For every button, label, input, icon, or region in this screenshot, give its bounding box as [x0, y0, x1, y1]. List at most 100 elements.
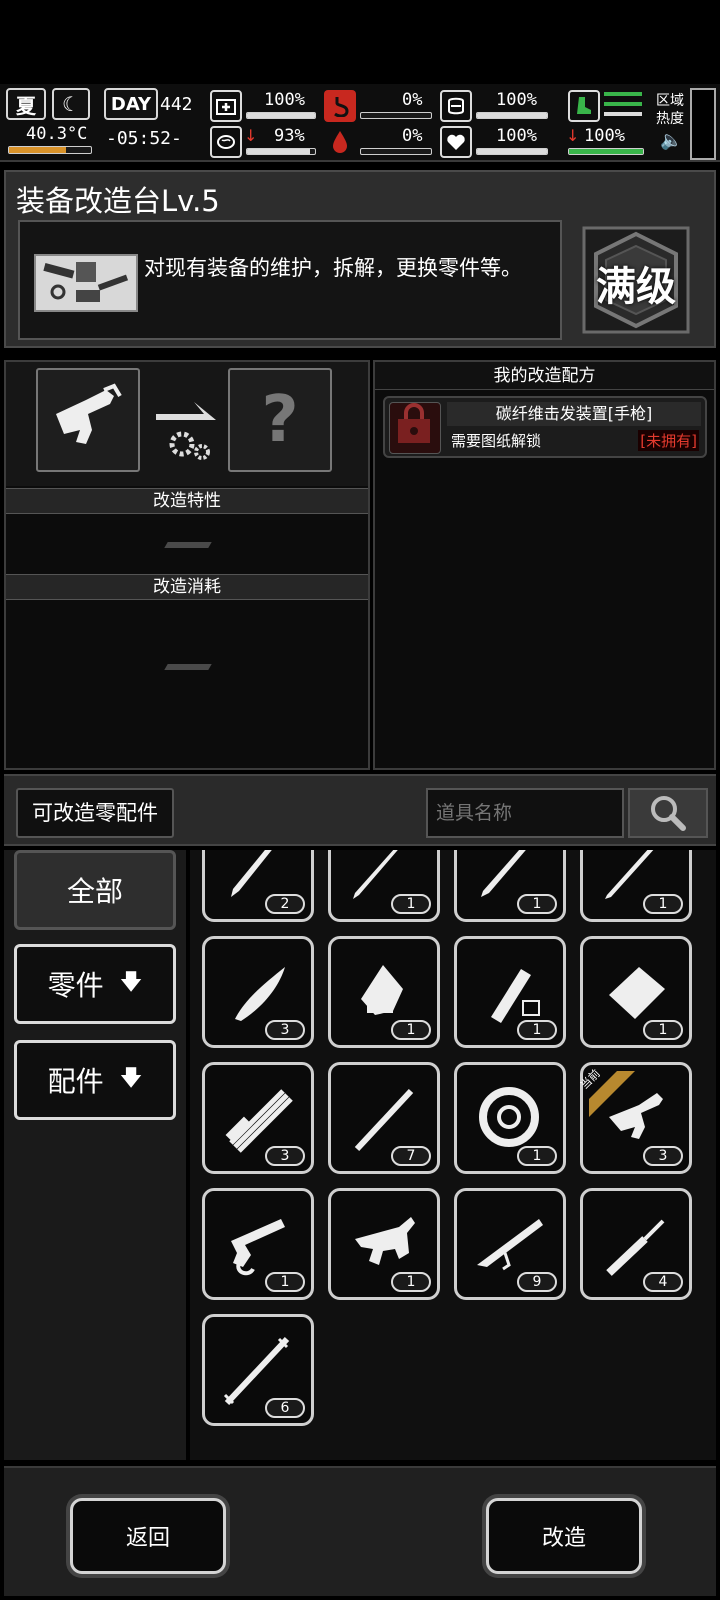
grid-item-trigger-group[interactable]: 1 [328, 1188, 440, 1300]
grid-item-blade-2[interactable]: 1 [328, 850, 440, 922]
grid-item-pistol-frame[interactable]: 1 [202, 1188, 314, 1300]
max-level-text: 满级 [596, 264, 676, 310]
grid-item-silencer[interactable]: 4 [580, 1188, 692, 1300]
health-value: 100% [264, 90, 305, 110]
medkit-icon [210, 90, 242, 122]
traits-empty-dash [164, 542, 212, 548]
item-count: 1 [643, 1020, 683, 1040]
workbench-header: 装备改造台Lv.5 对现有装备的维护，拆解，更换零件等。 满级 [4, 170, 716, 348]
recipe-icon [389, 402, 441, 454]
recipes-panel: 我的改造配方 碳纤维击发装置[手枪] 需要图纸解锁 [未拥有] [373, 360, 716, 770]
traits-header: 改造特性 [6, 488, 368, 514]
grid-item-plate[interactable]: 1 [580, 936, 692, 1048]
armor-bar [476, 112, 548, 119]
workbench-description: 对现有装备的维护，拆解，更换零件等。 [144, 256, 522, 280]
item-count: 1 [517, 894, 557, 914]
description-box: 对现有装备的维护，拆解，更换零件等。 [18, 220, 562, 340]
category-parts-label: 零件 [47, 969, 104, 1002]
item-count: 3 [643, 1146, 683, 1166]
item-count: 1 [643, 894, 683, 914]
item-count: 6 [265, 1398, 305, 1418]
workbench-thumbnail [34, 254, 138, 312]
speaker-icon[interactable]: 🔈 [660, 130, 682, 151]
category-accessories-label: 配件 [47, 1065, 104, 1098]
category-sidebar: 全部 零件 🡇 配件 🡇 [4, 850, 186, 1460]
filter-bar: 可改造零配件 [4, 774, 716, 846]
armor-value: 100% [496, 90, 537, 110]
arrow-down-icon: 🡇 [119, 970, 143, 995]
unknown-result-icon: ? [261, 383, 299, 457]
thirst-bar [360, 148, 432, 155]
recipe-requirement: 需要图纸解锁 [451, 432, 542, 450]
category-parts[interactable]: 零件 🡇 [14, 944, 176, 1024]
cost-header: 改造消耗 [6, 574, 368, 600]
day-counter: 442 [160, 94, 193, 115]
heart-icon [440, 126, 472, 158]
current-badge: 当前 [577, 1059, 635, 1117]
item-count: 2 [265, 894, 305, 914]
category-all-label: 全部 [66, 875, 123, 908]
item-count: 9 [517, 1272, 557, 1292]
mood-bar [476, 148, 548, 155]
search-icon [651, 796, 686, 831]
result-part-slot: ? [228, 368, 332, 472]
grid-item-drum[interactable]: 1 [454, 1062, 566, 1174]
zone-heat-label: 区域 热度 [656, 93, 684, 127]
convert-arrow-icon [152, 396, 222, 470]
health-bar [246, 112, 316, 119]
stress-value: 93% [274, 126, 305, 146]
water-drop-icon [324, 126, 356, 158]
recipe-status: [未拥有] [638, 430, 699, 451]
footer-bar: 返回 改造 [4, 1466, 716, 1596]
category-all[interactable]: 全部 [14, 850, 176, 930]
recipes-title: 我的改造配方 [375, 362, 714, 390]
grid-item-gatling[interactable]: 3 [202, 1062, 314, 1174]
item-count: 4 [643, 1272, 683, 1292]
grid-item-pistol-trigger[interactable]: 当前 3 [577, 1059, 692, 1174]
stamina-line-2 [604, 102, 642, 106]
grid-item-blade-1[interactable]: 2 [202, 850, 314, 922]
recipe-item[interactable]: 碳纤维击发装置[手枪] 需要图纸解锁 [未拥有] [383, 396, 707, 458]
item-count: 3 [265, 1146, 305, 1166]
temperature-value: 40.3°C [26, 124, 88, 144]
search-button[interactable] [628, 788, 708, 838]
item-count: 1 [517, 1020, 557, 1040]
moon-icon: ☾ [52, 88, 90, 120]
max-level-badge: 满级 [580, 224, 692, 336]
item-count: 3 [265, 1020, 305, 1040]
back-button[interactable]: 返回 [70, 1498, 226, 1574]
temperature-bar [8, 146, 92, 154]
grid-item-axe-head[interactable]: 1 [328, 936, 440, 1048]
item-count: 1 [391, 1272, 431, 1292]
stress-down-arrow-icon: ↓ [244, 126, 258, 145]
armor-icon [440, 90, 472, 122]
zone-heat-meter [690, 88, 716, 160]
brain-icon [210, 126, 242, 158]
item-count: 1 [265, 1272, 305, 1292]
source-part-slot[interactable] [36, 368, 140, 472]
item-count: 7 [391, 1146, 431, 1166]
page-title: 装备改造台Lv.5 [16, 184, 220, 218]
grid-item-rifle-stock[interactable]: 9 [454, 1188, 566, 1300]
grid-item-machete[interactable]: 3 [202, 936, 314, 1048]
modifiable-parts-button[interactable]: 可改造零配件 [16, 788, 174, 838]
stress-bar [246, 148, 316, 155]
item-count: 1 [391, 894, 431, 914]
hunger-bar [360, 112, 432, 119]
grid-item-barrel[interactable]: 6 [202, 1314, 314, 1426]
grid-item-blade-4[interactable]: 1 [580, 850, 692, 922]
category-accessories[interactable]: 配件 🡇 [14, 1040, 176, 1120]
search-input[interactable] [428, 790, 622, 836]
boot-icon [568, 90, 600, 122]
search-box [426, 788, 624, 838]
grid-item-battery[interactable]: 1 [454, 936, 566, 1048]
grid-item-rod[interactable]: 7 [328, 1062, 440, 1174]
modification-panel: ? 改造特性 改造消耗 [4, 360, 370, 770]
modify-button[interactable]: 改造 [486, 1498, 642, 1574]
recipe-name: 碳纤维击发装置[手枪] [447, 402, 701, 426]
status-bar: 夏 ☾ 40.3°C DAY 442 -05:52- 100% 0% 100% … [0, 84, 720, 162]
hunger-value: 0% [402, 90, 423, 110]
thirst-value: 0% [402, 126, 423, 146]
day-label: DAY [104, 88, 158, 120]
grid-item-blade-3[interactable]: 1 [454, 850, 566, 922]
